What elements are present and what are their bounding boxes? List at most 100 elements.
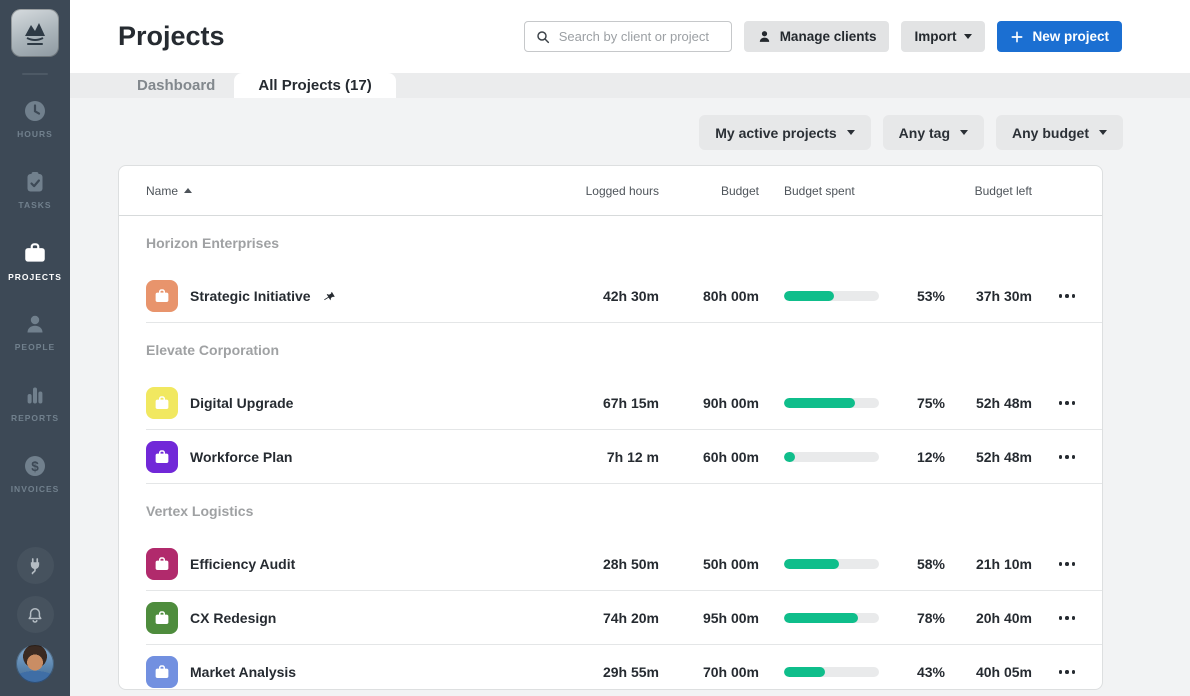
- project-icon: [146, 280, 178, 312]
- project-name[interactable]: Market Analysis: [190, 664, 296, 680]
- project-row[interactable]: Digital Upgrade 67h 15m 90h 00m 75% 52h …: [119, 376, 1102, 430]
- project-name[interactable]: Digital Upgrade: [190, 395, 293, 411]
- user-avatar[interactable]: [16, 645, 54, 683]
- sidebar-divider: [22, 73, 48, 75]
- project-icon: [146, 548, 178, 580]
- budget-progress-bar: [784, 559, 879, 569]
- sidebar: HOURS TASKS PROJECTS PEOPLE REPORTS $ IN…: [0, 0, 70, 696]
- sidebar-item-projects[interactable]: PROJECTS: [0, 225, 70, 296]
- budget-progress-bar: [784, 398, 879, 408]
- row-menu-button[interactable]: [1032, 455, 1102, 459]
- budget: 50h 00m: [659, 556, 759, 572]
- budget-left: 20h 40m: [945, 610, 1032, 626]
- project-name[interactable]: Workforce Plan: [190, 449, 292, 465]
- budget-left: 40h 05m: [945, 664, 1032, 680]
- chevron-down-icon: [847, 130, 855, 135]
- plug-icon: [25, 556, 45, 576]
- filter-label: My active projects: [715, 125, 836, 141]
- client-group-label: Elevate Corporation: [119, 323, 1102, 376]
- workspace-logo-icon: [18, 16, 52, 50]
- tab-dashboard[interactable]: Dashboard: [118, 73, 234, 98]
- budget: 90h 00m: [659, 395, 759, 411]
- budget-progress-fill: [784, 452, 795, 462]
- budget-left: 37h 30m: [945, 288, 1032, 304]
- new-project-button[interactable]: New project: [997, 21, 1122, 52]
- column-header-logged-hours[interactable]: Logged hours: [539, 184, 659, 198]
- content-area: My active projects Any tag Any budget Na…: [70, 98, 1190, 696]
- row-menu-button[interactable]: [1032, 294, 1102, 298]
- notifications-button[interactable]: [17, 596, 54, 633]
- table-body: Horizon Enterprises Strategic Initiative…: [119, 216, 1102, 690]
- briefcase-icon: [153, 394, 171, 412]
- project-row[interactable]: Market Analysis 29h 55m 70h 00m 43% 40h …: [119, 645, 1102, 690]
- project-name[interactable]: CX Redesign: [190, 610, 276, 626]
- app-window: HOURS TASKS PROJECTS PEOPLE REPORTS $ IN…: [0, 0, 1190, 696]
- budget: 60h 00m: [659, 449, 759, 465]
- import-button[interactable]: Import: [901, 21, 985, 52]
- main-area: Projects Manage clients Import New proje…: [70, 0, 1190, 696]
- budget-progress-fill: [784, 613, 858, 623]
- column-header-budget[interactable]: Budget: [659, 184, 759, 198]
- logged-hours: 42h 30m: [539, 288, 659, 304]
- row-menu-button[interactable]: [1032, 401, 1102, 405]
- project-row[interactable]: Strategic Initiative 42h 30m 80h 00m 53%…: [119, 269, 1102, 323]
- budget-progress-bar: [784, 613, 879, 623]
- budget-progress-bar: [784, 291, 879, 301]
- project-name[interactable]: Efficiency Audit: [190, 556, 295, 572]
- filter-budget[interactable]: Any budget: [996, 115, 1123, 150]
- project-row[interactable]: Workforce Plan 7h 12 m 60h 00m 12% 52h 4…: [119, 430, 1102, 484]
- person-icon: [23, 312, 47, 336]
- column-header-name[interactable]: Name: [146, 184, 539, 198]
- filter-tag[interactable]: Any tag: [883, 115, 984, 150]
- budget-left: 52h 48m: [945, 395, 1032, 411]
- sidebar-item-people[interactable]: PEOPLE: [0, 296, 70, 367]
- budget-progress-bar: [784, 452, 879, 462]
- integrations-button[interactable]: [17, 547, 54, 584]
- budget-progress-fill: [784, 398, 855, 408]
- sidebar-item-reports[interactable]: REPORTS: [0, 367, 70, 438]
- column-header-budget-left[interactable]: Budget left: [945, 184, 1032, 198]
- budget-progress-fill: [784, 667, 825, 677]
- logged-hours: 29h 55m: [539, 664, 659, 680]
- manage-clients-button[interactable]: Manage clients: [744, 21, 890, 52]
- budget-spent-percent: 58%: [879, 556, 945, 572]
- sidebar-item-hours[interactable]: HOURS: [0, 83, 70, 154]
- bar-chart-icon: [23, 383, 47, 407]
- chevron-down-icon: [960, 130, 968, 135]
- briefcase-icon: [153, 287, 171, 305]
- project-row[interactable]: CX Redesign 74h 20m 95h 00m 78% 20h 40m: [119, 591, 1102, 645]
- row-menu-button[interactable]: [1032, 670, 1102, 674]
- project-icon: [146, 441, 178, 473]
- tab-all-projects[interactable]: All Projects (17): [234, 73, 395, 98]
- search-box[interactable]: [524, 21, 732, 52]
- row-menu-button[interactable]: [1032, 562, 1102, 566]
- column-header-budget-spent[interactable]: Budget spent: [759, 184, 879, 198]
- sidebar-item-tasks[interactable]: TASKS: [0, 154, 70, 225]
- briefcase-icon: [153, 448, 171, 466]
- sidebar-item-label: PROJECTS: [8, 272, 62, 282]
- budget: 95h 00m: [659, 610, 759, 626]
- client-group-label: Vertex Logistics: [119, 484, 1102, 537]
- budget: 70h 00m: [659, 664, 759, 680]
- logged-hours: 74h 20m: [539, 610, 659, 626]
- new-project-label: New project: [1032, 29, 1109, 44]
- filter-active-projects[interactable]: My active projects: [699, 115, 870, 150]
- budget-left: 52h 48m: [945, 449, 1032, 465]
- project-icon: [146, 387, 178, 419]
- budget-spent-percent: 12%: [879, 449, 945, 465]
- search-input[interactable]: [559, 29, 721, 44]
- sidebar-item-invoices[interactable]: $ INVOICES: [0, 438, 70, 509]
- filter-label: Any tag: [899, 125, 950, 141]
- briefcase-icon: [153, 555, 171, 573]
- row-menu-button[interactable]: [1032, 616, 1102, 620]
- budget-spent-percent: 53%: [879, 288, 945, 304]
- import-label: Import: [914, 29, 956, 44]
- project-row[interactable]: Efficiency Audit 28h 50m 50h 00m 58% 21h…: [119, 537, 1102, 591]
- project-name[interactable]: Strategic Initiative: [190, 288, 311, 304]
- header-actions: Manage clients Import New project: [524, 21, 1122, 52]
- sidebar-bottom: [16, 547, 54, 696]
- budget: 80h 00m: [659, 288, 759, 304]
- budget-progress-fill: [784, 559, 839, 569]
- workspace-logo[interactable]: [11, 0, 59, 57]
- budget-spent-percent: 75%: [879, 395, 945, 411]
